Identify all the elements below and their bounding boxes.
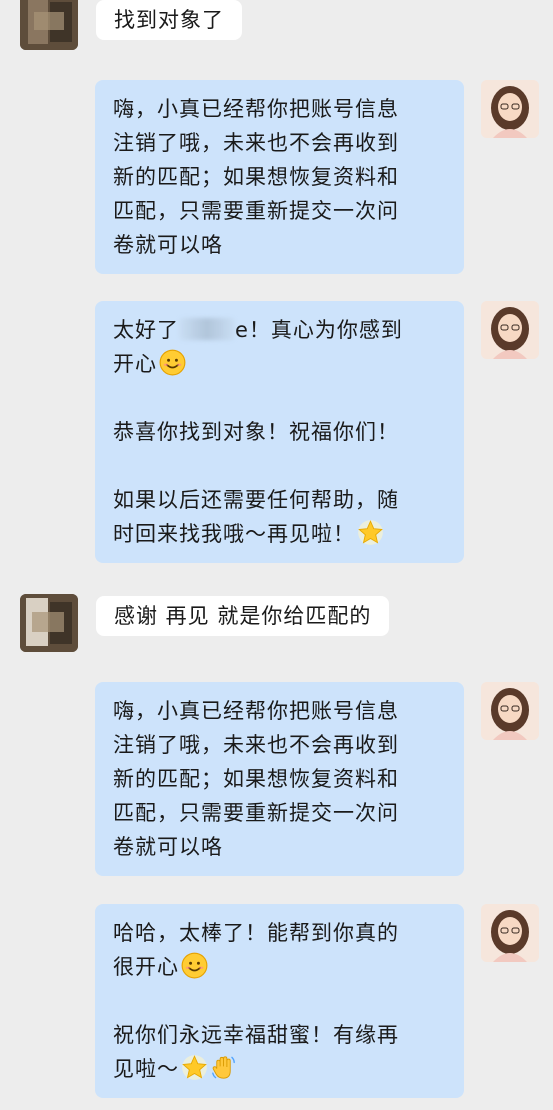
smiling-face-emoji [181, 952, 208, 979]
message-text: 新的匹配；如果想恢复资料和 [113, 165, 399, 189]
message-text: 匹配，只需要重新提交一次问 [113, 199, 399, 223]
message-text: 卷就可以咯 [113, 233, 223, 257]
message-text: 匹配，只需要重新提交一次问 [113, 801, 399, 825]
message-bubble-bot[interactable]: 嗨，小真已经帮你把账号信息 注销了哦，未来也不会再收到 新的匹配；如果想恢复资料… [95, 80, 464, 274]
message-text: 见啦～ [113, 1057, 179, 1081]
smiling-face-emoji [159, 349, 186, 376]
message-text: 时回来找我哦～再见啦！ [113, 522, 355, 546]
message-text: 注销了哦，未来也不会再收到 [113, 733, 399, 757]
message-text: 太好了 [113, 318, 179, 342]
message-text: 感谢 再见 就是你给匹配的 [114, 604, 372, 628]
bot-avatar[interactable] [481, 682, 539, 740]
user-avatar[interactable] [20, 594, 78, 652]
message-text: e！真心为你感到 [235, 318, 403, 342]
bot-avatar[interactable] [481, 80, 539, 138]
bot-avatar[interactable] [481, 301, 539, 359]
message-text: 注销了哦，未来也不会再收到 [113, 131, 399, 155]
message-text: 祝你们永远幸福甜蜜！有缘再 [113, 1023, 399, 1047]
message-bubble-bot[interactable]: 嗨，小真已经帮你把账号信息 注销了哦，未来也不会再收到 新的匹配；如果想恢复资料… [95, 682, 464, 876]
message-bubble-bot[interactable]: 太好了 e！真心为你感到 开心 恭喜你找到对象！祝福你们！ 如果以后还需要任何帮助… [95, 301, 464, 563]
message-text: 找到对象了 [114, 8, 224, 32]
bot-avatar[interactable] [481, 904, 539, 962]
message-text: 新的匹配；如果想恢复资料和 [113, 767, 399, 791]
message-bubble-user[interactable]: 找到对象了 [96, 0, 242, 40]
redacted-name [179, 318, 235, 340]
message-bubble-bot[interactable]: 哈哈，太棒了！能帮到你真的 很开心 祝你们永远幸福甜蜜！有缘再 见啦～ [95, 904, 464, 1098]
message-text: 嗨，小真已经帮你把账号信息 [113, 699, 399, 723]
message-text: 如果以后还需要任何帮助，随 [113, 488, 399, 512]
message-text: 开心 [113, 352, 157, 376]
message-text: 恭喜你找到对象！祝福你们！ [113, 420, 399, 444]
message-text: 哈哈，太棒了！能帮到你真的 [113, 921, 399, 945]
message-text: 很开心 [113, 955, 179, 979]
message-text: 卷就可以咯 [113, 835, 223, 859]
message-bubble-user[interactable]: 感谢 再见 就是你给匹配的 [96, 596, 390, 636]
glowing-star-emoji [357, 519, 384, 546]
message-text: 嗨，小真已经帮你把账号信息 [113, 97, 399, 121]
waving-hand-emoji [210, 1054, 237, 1081]
chat-window: 找到对象了 嗨，小真已经帮你把账号信息 注销了哦，未来也不会再收到 新的匹配；如… [0, 0, 553, 1110]
glowing-star-emoji [181, 1054, 208, 1081]
user-avatar[interactable] [20, 0, 78, 50]
